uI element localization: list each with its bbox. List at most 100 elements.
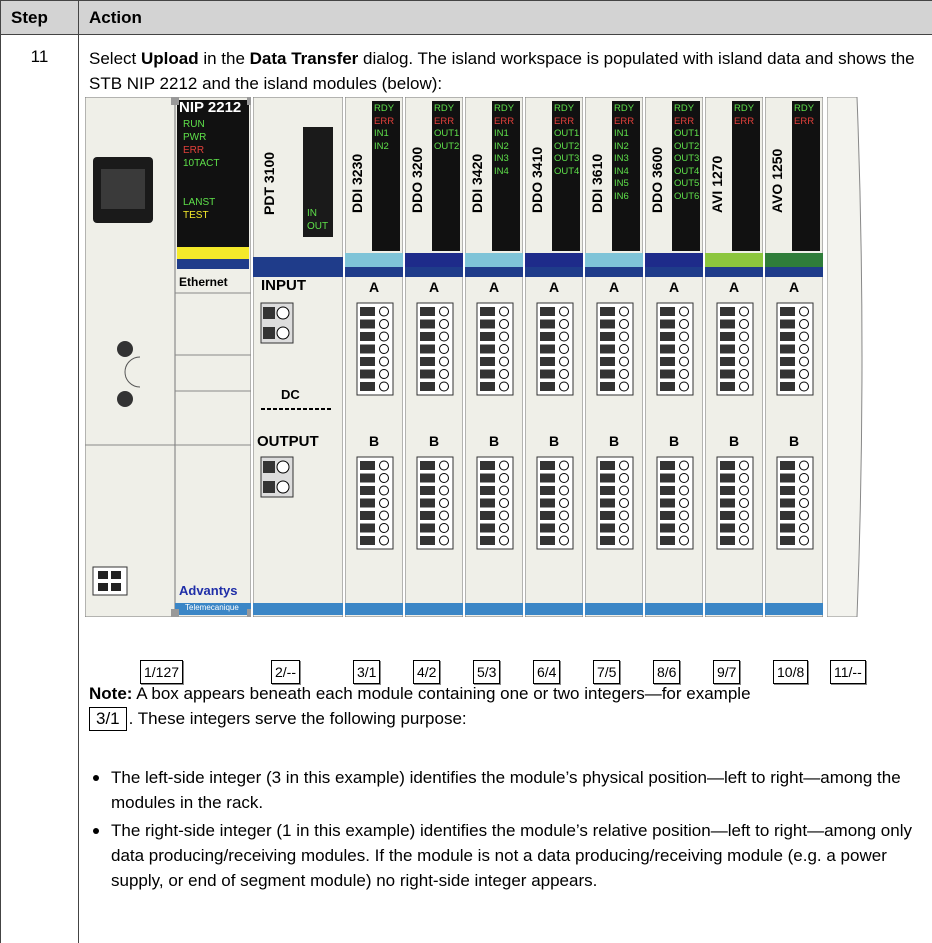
io-module[interactable]: AVI 1270 RDY ERR A B [705, 97, 763, 617]
nim-title: NIP 2212 [179, 99, 242, 116]
header-action: Action [78, 0, 932, 35]
io-module-led-label: IN5 [614, 178, 629, 189]
island-workspace: NIP 2212 RUN PWR ERR 10TACT LANST TEST Ethern… [85, 96, 925, 684]
terminal-a-label: A [368, 279, 380, 295]
io-module-led-label: RDY [434, 103, 455, 114]
upload-term: Upload [140, 49, 199, 68]
terminal-b-label: B [788, 433, 800, 449]
io-module-title: DDO 3600 [649, 146, 665, 213]
io-module-led-label: RDY [614, 103, 635, 114]
io-module-led-label: OUT5 [674, 178, 700, 189]
dc-label: DC [281, 387, 300, 402]
io-module-led-label: RDY [494, 103, 515, 114]
terminal-a-label: A [668, 279, 680, 295]
io-module-led-label: OUT2 [434, 140, 460, 152]
step-table: Step Action 11 Select Upload in the Data… [0, 0, 932, 943]
io-module-led-label: ERR [374, 115, 395, 127]
io-module-led-label: ERR [674, 115, 695, 127]
nim-led-list: RUN PWR ERR 10TACT LANST TEST [183, 118, 220, 222]
io-module-led-label: ERR [554, 115, 575, 127]
io-module[interactable]: DDI 3610 RDY ERR IN1 IN2 IN3 IN4 IN5 IN6 A B [585, 97, 643, 617]
io-module-led-label: OUT1 [434, 128, 460, 139]
io-module-led-label: RDY [554, 103, 575, 114]
bullet-list: The left-side integer (3 in this example… [89, 765, 919, 896]
io-module-led-list: RDY ERR IN1 IN2 [374, 103, 394, 153]
dialog-term: Data Transfer [249, 49, 359, 68]
io-module-led-label: IN2 [374, 140, 389, 152]
terminal-b-label: B [548, 433, 560, 449]
input-label: INPUT [261, 277, 306, 294]
output-label: OUTPUT [257, 433, 319, 450]
io-module-led-list: RDY ERR OUT1 OUT2 OUT3 OUT4 OUT5 OUT6 [674, 103, 699, 203]
example-box: 3/1 [89, 707, 127, 731]
power-led-list: IN OUT [307, 207, 328, 233]
power-led-label: IN [307, 208, 317, 219]
io-module[interactable]: AVO 1250 RDY ERR A B [765, 97, 823, 617]
maker-label: Telemecanique [185, 603, 239, 612]
bullet-item: The left-side integer (3 in this example… [89, 765, 919, 815]
nim-led-label: PWR [183, 132, 207, 143]
io-module-title: DDI 3230 [349, 153, 365, 213]
io-module-led-label: OUT4 [554, 165, 580, 177]
io-module-led-label: ERR [494, 115, 515, 127]
io-module-title: DDI 3610 [589, 153, 605, 213]
io-module-led-label: ERR [434, 115, 455, 127]
terminal-b-label: B [488, 433, 500, 449]
io-module-led-label: RDY [374, 103, 395, 114]
io-module-led-label: OUT6 [674, 190, 700, 202]
power-module[interactable]: PDT 3100 IN OUT INPUT DC OUTPUT [253, 97, 343, 617]
nim-led-label: ERR [183, 145, 205, 156]
io-module[interactable]: DDI 3230 RDY ERR IN1 IN2 A B [345, 97, 403, 617]
io-module-led-list: RDY ERR [734, 103, 754, 128]
io-module-led-label: IN4 [494, 165, 509, 177]
nim-led-label: LANST [183, 197, 216, 208]
end-module[interactable] [826, 96, 867, 618]
intro-text: Select Upload in the Data Transfer dialo… [89, 49, 915, 93]
io-module-led-label: OUT2 [674, 140, 700, 152]
nim-module[interactable]: NIP 2212 RUN PWR ERR 10TACT LANST TEST Ethern… [85, 97, 251, 617]
nim-module-graphic [85, 97, 251, 617]
io-module-led-label: IN1 [614, 128, 629, 139]
io-module-led-label: OUT4 [674, 165, 700, 177]
terminal-a-label: A [608, 279, 620, 295]
io-module-led-label: OUT1 [674, 128, 700, 139]
step-number: 11 [0, 34, 79, 943]
io-module-led-label: OUT3 [674, 153, 700, 164]
end-module-graphic [826, 96, 863, 618]
io-module-led-list: RDY ERR OUT1 OUT2 OUT3 OUT4 [554, 103, 579, 178]
note-paragraph: Note: A box appears beneath each module … [89, 681, 919, 731]
io-module-led-label: ERR [794, 115, 815, 127]
io-module-led-label: IN1 [494, 128, 509, 139]
terminal-a-label: A [548, 279, 560, 295]
io-module-led-label: IN2 [614, 140, 629, 152]
io-module-led-list: RDY ERR IN1 IN2 IN3 IN4 IN5 IN6 [614, 103, 634, 203]
brand-label: Advantys [179, 583, 238, 598]
io-module-led-label: RDY [674, 103, 695, 114]
terminal-a-label: A [488, 279, 500, 295]
note-label: Note: [89, 684, 133, 703]
io-module-led-label: IN2 [494, 140, 509, 152]
terminal-b-label: B [428, 433, 440, 449]
io-module-led-label: ERR [614, 115, 635, 127]
io-module[interactable]: DDO 3200 RDY ERR OUT1 OUT2 A B [405, 97, 463, 617]
header-step: Step [0, 0, 79, 35]
nim-led-label: TEST [183, 210, 209, 221]
io-module[interactable]: DDO 3410 RDY ERR OUT1 OUT2 OUT3 OUT4 A B [525, 97, 583, 617]
terminal-b-label: B [728, 433, 740, 449]
io-module-led-label: ERR [734, 115, 755, 127]
terminal-b-label: B [668, 433, 680, 449]
io-module-led-label: IN1 [374, 128, 389, 139]
io-module-led-label: IN6 [614, 190, 629, 202]
terminal-a-label: A [428, 279, 440, 295]
io-module-title: DDI 3420 [469, 153, 485, 213]
io-module-led-label: OUT3 [554, 153, 580, 164]
nim-led-label: 10TACT [183, 158, 220, 169]
io-module[interactable]: DDO 3600 RDY ERR OUT1 OUT2 OUT3 OUT4 OUT5 OUT6 A B [645, 97, 703, 617]
bullet-item: The right-side integer (1 in this exampl… [89, 818, 919, 893]
io-module[interactable]: DDI 3420 RDY ERR IN1 IN2 IN3 IN4 A B [465, 97, 523, 617]
terminal-a-label: A [788, 279, 800, 295]
io-module-led-label: IN4 [614, 165, 629, 177]
power-led-label: OUT [307, 221, 329, 232]
nim-led-label: RUN [183, 119, 205, 130]
terminal-b-label: B [608, 433, 620, 449]
